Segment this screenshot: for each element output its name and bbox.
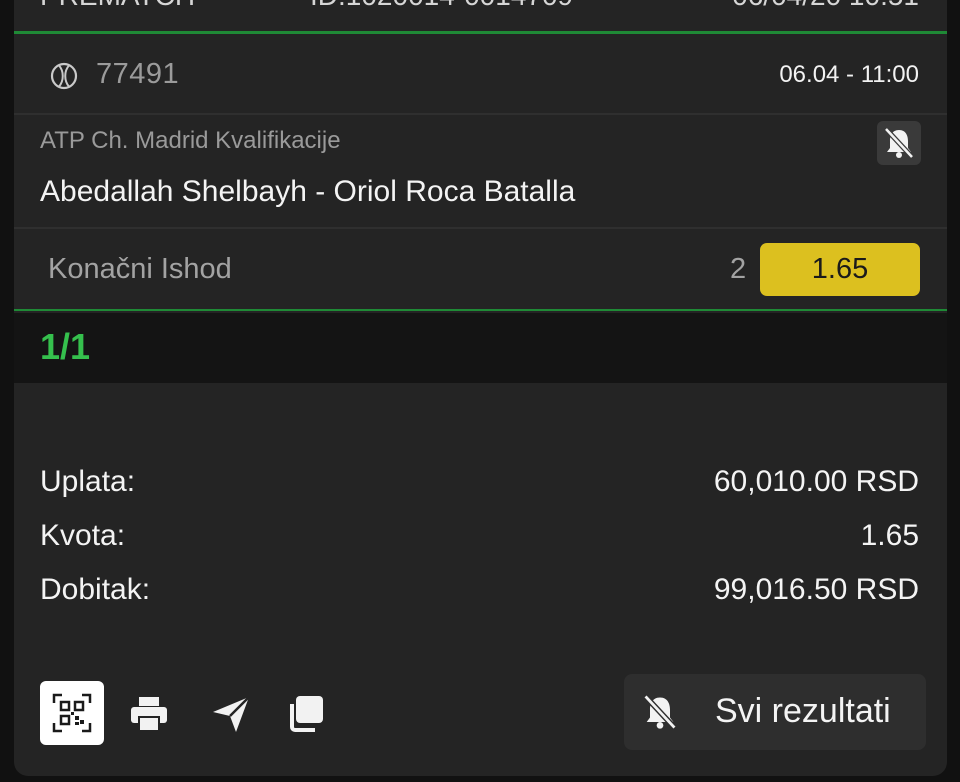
stake-label: Uplata:	[40, 465, 136, 498]
printer-icon	[131, 697, 167, 732]
match-code: 77491	[96, 58, 180, 90]
ticket-summary: Uplata: 60,010.00 RSD Kvota: 1.65 Dobita…	[40, 465, 919, 627]
bet-type: PREMATCH	[40, 0, 195, 12]
tennis-ball-icon	[50, 62, 78, 90]
copy-button[interactable]	[284, 693, 326, 735]
bet-ticket-card: PREMATCH ID:1020014-0014709 06/04/20 10:…	[14, 0, 947, 776]
ticket-header: PREMATCH ID:1020014-0014709 06/04/20 10:…	[14, 0, 947, 34]
odds-label: Kvota:	[40, 519, 126, 552]
qr-code-icon	[52, 693, 92, 733]
all-results-button[interactable]: Svi rezultati	[624, 674, 926, 750]
print-button[interactable]	[128, 693, 170, 735]
mute-notifications-button[interactable]	[877, 121, 921, 165]
copy-icon	[290, 696, 323, 732]
selected-pick: 2	[730, 253, 747, 285]
stake-row: Uplata: 60,010.00 RSD	[40, 465, 919, 519]
ticket-id: ID:1020014-0014709	[310, 0, 573, 12]
share-button[interactable]	[210, 693, 252, 735]
match-teams: Abedallah Shelbayh - Oriol Roca Batalla	[40, 175, 576, 208]
odd-badge: 1.65	[760, 243, 920, 296]
action-bar: Svi rezultati	[14, 674, 947, 750]
match-time: 06.04 - 11:00	[779, 61, 919, 88]
bell-off-icon	[884, 127, 914, 159]
event-row: ATP Ch. Madrid Kvalifikacije Abedallah S…	[14, 117, 947, 229]
win-label: Dobitak:	[40, 573, 151, 606]
qr-code-button[interactable]	[40, 681, 104, 745]
match-info-row: 77491 06.04 - 11:00	[14, 37, 947, 115]
stake-value: 60,010.00 RSD	[713, 465, 919, 498]
ticket-count-row: 1/1	[14, 313, 947, 383]
market-name: Konačni Ishod	[48, 253, 232, 285]
tournament-name: ATP Ch. Madrid Kvalifikacije	[40, 127, 341, 154]
all-results-label: Svi rezultati	[715, 692, 891, 730]
send-icon	[213, 696, 250, 732]
ticket-count: 1/1	[40, 326, 91, 367]
bell-off-icon	[638, 690, 682, 734]
ticket-datetime: 06/04/20 10:51	[732, 0, 919, 12]
win-value: 99,016.50 RSD	[713, 573, 919, 606]
win-row: Dobitak: 99,016.50 RSD	[40, 573, 919, 627]
odds-row: Kvota: 1.65	[40, 519, 919, 573]
market-row: Konačni Ishod 2 1.65	[14, 231, 947, 311]
odds-value: 1.65	[860, 519, 919, 552]
